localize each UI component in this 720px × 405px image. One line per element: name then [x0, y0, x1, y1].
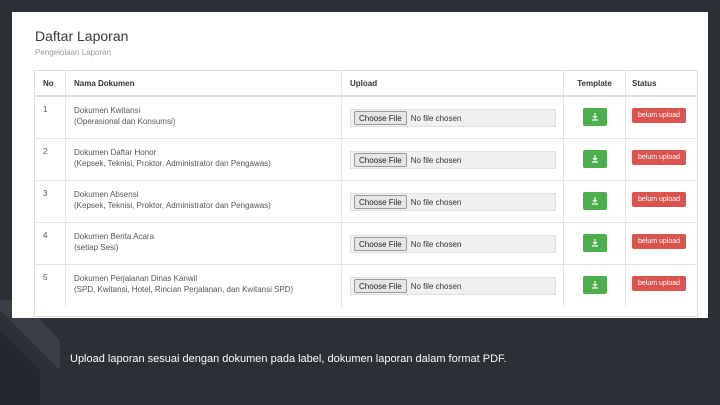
upload-cell: Choose File No file chosen	[341, 181, 563, 222]
doc-detail: (setiap Sesi)	[74, 243, 119, 252]
choose-file-button[interactable]: Choose File	[354, 153, 407, 167]
report-table: No Nama Dokumen Upload Template Status 1…	[34, 70, 698, 317]
page-subtitle: Pengelolaan Laporan	[35, 48, 112, 57]
template-cell	[563, 139, 625, 180]
doc-cell: Dokumen Daftar Honor (Kepsek, Teknisi, P…	[65, 139, 341, 180]
table-row: 4 Dokumen Berita Acara (setiap Sesi) Cho…	[35, 223, 697, 265]
status-badge: belum upload	[632, 234, 687, 249]
table-row: 2 Dokumen Daftar Honor (Kepsek, Teknisi,…	[35, 139, 697, 181]
doc-name: Dokumen Daftar Honor	[74, 148, 157, 157]
file-status-text: No file chosen	[410, 155, 462, 165]
file-status-text: No file chosen	[410, 281, 462, 291]
row-number: 4	[43, 231, 48, 240]
row-number: 3	[43, 189, 48, 198]
template-cell	[563, 181, 625, 222]
choose-file-button[interactable]: Choose File	[354, 279, 407, 293]
header-upload: Upload	[341, 71, 563, 95]
status-cell: belum upload	[625, 181, 697, 222]
header-doc-name: Nama Dokumen	[65, 71, 341, 95]
file-status-text: No file chosen	[410, 113, 462, 123]
choose-file-button[interactable]: Choose File	[354, 237, 407, 251]
template-cell	[563, 223, 625, 264]
doc-detail: (Operasional dan Konsumsi)	[74, 117, 176, 126]
download-icon	[591, 239, 598, 247]
download-icon	[591, 155, 598, 163]
doc-cell: Dokumen Absensi (Kepsek, Teknisi, Prokto…	[65, 181, 341, 222]
row-number: 5	[43, 273, 48, 282]
doc-cell: Dokumen Kwitansi (Operasional dan Konsum…	[65, 97, 341, 138]
doc-name: Dokumen Kwitansi	[74, 106, 141, 115]
header-status: Status	[625, 71, 697, 95]
doc-detail: (Kepsek, Teknisi, Proktor, Administrator…	[74, 201, 271, 210]
file-input[interactable]: Choose File No file chosen	[350, 109, 556, 127]
template-download-button[interactable]	[582, 276, 607, 294]
download-icon	[591, 197, 598, 205]
header-no: No	[43, 78, 54, 88]
template-download-button[interactable]	[582, 192, 607, 210]
template-cell	[563, 265, 625, 307]
template-download-button[interactable]	[582, 150, 607, 168]
upload-cell: Choose File No file chosen	[341, 223, 563, 264]
page-title: Daftar Laporan	[35, 28, 129, 44]
download-icon	[591, 113, 598, 121]
file-input[interactable]: Choose File No file chosen	[350, 151, 556, 169]
file-status-text: No file chosen	[410, 197, 462, 207]
table-row: 5 Dokumen Perjalanan Dinas Kanwil (SPD, …	[35, 265, 697, 307]
status-cell: belum upload	[625, 223, 697, 264]
table-row: 1 Dokumen Kwitansi (Operasional dan Kons…	[35, 97, 697, 139]
report-panel: Daftar Laporan Pengelolaan Laporan No Na…	[12, 12, 708, 318]
status-badge: belum upload	[632, 192, 687, 207]
download-icon	[591, 281, 598, 289]
doc-detail: (SPD, Kwitansi, Hotel, Rincian Perjalana…	[74, 285, 294, 294]
file-input[interactable]: Choose File No file chosen	[350, 277, 556, 295]
doc-cell: Dokumen Berita Acara (setiap Sesi)	[65, 223, 341, 264]
doc-detail: (Kepsek, Teknisi, Proktor, Administrator…	[74, 159, 271, 168]
file-status-text: No file chosen	[410, 239, 462, 249]
status-cell: belum upload	[625, 265, 697, 307]
choose-file-button[interactable]: Choose File	[354, 195, 407, 209]
status-cell: belum upload	[625, 139, 697, 180]
table-row: 3 Dokumen Absensi (Kepsek, Teknisi, Prok…	[35, 181, 697, 223]
template-download-button[interactable]	[582, 108, 607, 126]
upload-cell: Choose File No file chosen	[341, 139, 563, 180]
upload-cell: Choose File No file chosen	[341, 97, 563, 138]
template-cell	[563, 97, 625, 138]
file-input[interactable]: Choose File No file chosen	[350, 235, 556, 253]
doc-name: Dokumen Perjalanan Dinas Kanwil	[74, 274, 198, 283]
choose-file-button[interactable]: Choose File	[354, 111, 407, 125]
doc-cell: Dokumen Perjalanan Dinas Kanwil (SPD, Kw…	[65, 265, 341, 307]
row-number: 2	[43, 147, 48, 156]
table-header: No Nama Dokumen Upload Template Status	[35, 71, 697, 97]
upload-cell: Choose File No file chosen	[341, 265, 563, 307]
status-badge: belum upload	[632, 276, 687, 291]
status-cell: belum upload	[625, 97, 697, 138]
template-download-button[interactable]	[582, 234, 607, 252]
header-template: Template	[563, 71, 625, 95]
row-number: 1	[43, 105, 48, 114]
caption-text: Upload laporan sesuai dengan dokumen pad…	[70, 353, 507, 365]
status-badge: belum upload	[632, 108, 687, 123]
file-input[interactable]: Choose File No file chosen	[350, 193, 556, 211]
status-badge: belum upload	[632, 150, 687, 165]
doc-name: Dokumen Absensi	[74, 190, 139, 199]
doc-name: Dokumen Berita Acara	[74, 232, 155, 241]
